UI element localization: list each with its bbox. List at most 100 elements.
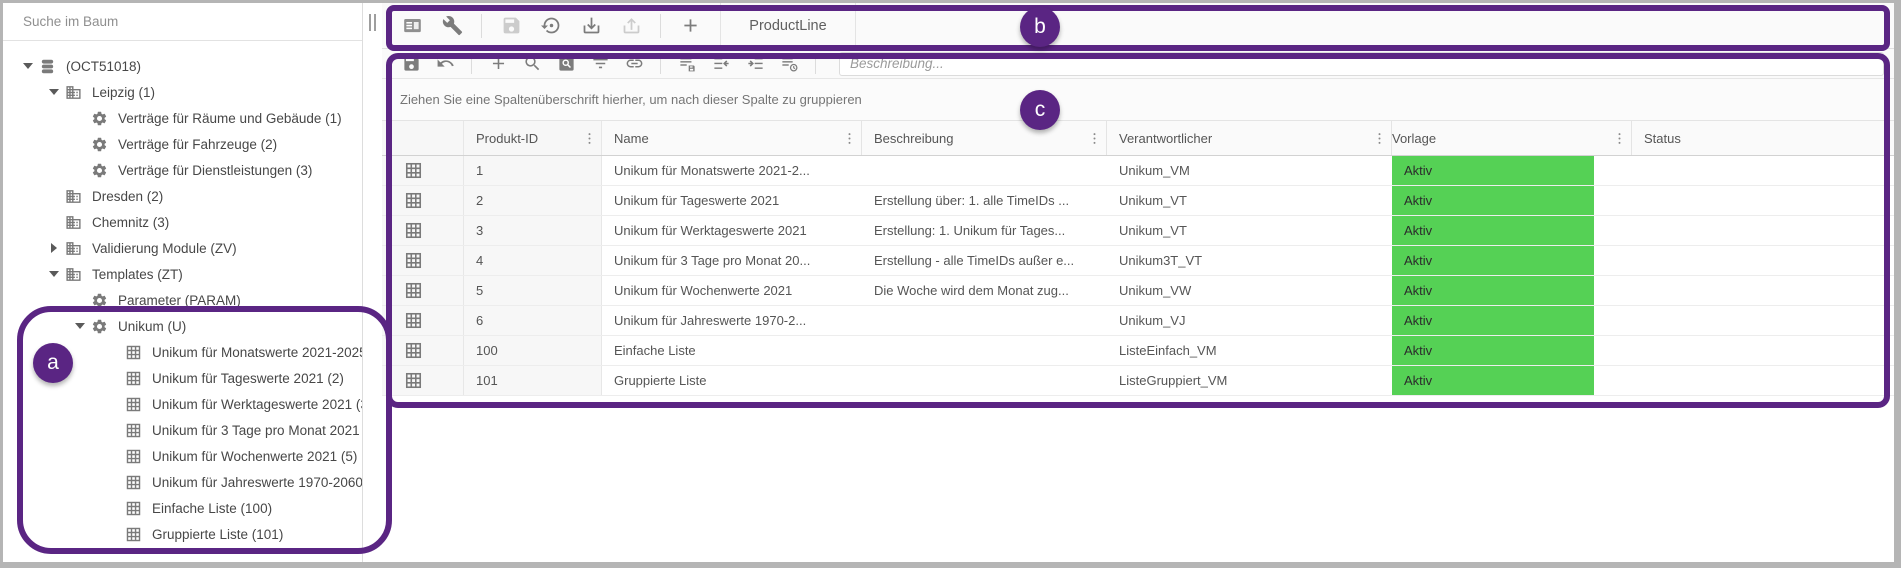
wrench-button[interactable]: [436, 10, 468, 42]
tree-item-templates-zt[interactable]: Templates (ZT): [3, 261, 362, 287]
tree-item-unikum-f-r-wochenwerte-2021-5[interactable]: Unikum für Wochenwerte 2021 (5): [3, 443, 362, 469]
download-button[interactable]: [575, 10, 607, 42]
upload-icon: [621, 15, 642, 36]
tree-item-chemnitz-3[interactable]: Chemnitz (3): [3, 209, 362, 235]
download-icon: [581, 15, 602, 36]
panel-view-button[interactable]: [396, 10, 428, 42]
reset-layout-button[interactable]: [775, 51, 803, 77]
table-row-100[interactable]: 100Einfache ListeListeEinfach_VMAktiv: [382, 336, 1894, 366]
tree-item-label: Unikum für Tageswerte 2021 (2): [149, 371, 344, 386]
column-header-produkt-id[interactable]: Produkt-ID: [464, 121, 602, 155]
add-tab-button[interactable]: [674, 10, 706, 42]
cell-verantwortlicher: ListeEinfach_VM: [1107, 336, 1392, 365]
filter-icon: [591, 54, 610, 73]
chevron-right-icon[interactable]: [43, 243, 65, 253]
restore-button[interactable]: [535, 10, 567, 42]
outdent-icon: [712, 54, 731, 73]
cell-vorlage: Aktiv: [1392, 216, 1632, 245]
tree-item-einfache-liste-100[interactable]: Einfache Liste (100): [3, 495, 362, 521]
filter-button[interactable]: [586, 51, 614, 77]
column-menu-icon[interactable]: [1611, 127, 1627, 149]
column-menu-icon[interactable]: [1371, 127, 1387, 149]
tab-productline[interactable]: ProductLine: [720, 3, 856, 49]
table-row-4[interactable]: 4Unikum für 3 Tage pro Monat 20...Erstel…: [382, 246, 1894, 276]
tree-item-validierung-module-zv[interactable]: Validierung Module (ZV): [3, 235, 362, 261]
collapse-columns-button[interactable]: [707, 51, 735, 77]
tree-item-unikum-f-r-monatswerte-2021-2025-1[interactable]: Unikum für Monatswerte 2021-2025 (1): [3, 339, 362, 365]
tree-search-input[interactable]: [3, 14, 362, 29]
column-header-beschreibung[interactable]: Beschreibung: [862, 121, 1107, 155]
table-row-2[interactable]: 2Unikum für Tageswerte 2021Erstellung üb…: [382, 186, 1894, 216]
table-row-5[interactable]: 5Unikum für Wochenwerte 2021Die Woche wi…: [382, 276, 1894, 306]
indent-icon: [746, 54, 765, 73]
tree-item-unikum-u[interactable]: Unikum (U): [3, 313, 362, 339]
building-icon: [65, 188, 89, 205]
tree-item-vertr-ge-f-r-dienstleistungen-3[interactable]: Verträge für Dienstleistungen (3): [3, 157, 362, 183]
cell-beschreibung: [862, 306, 1107, 335]
tree-item-leipzig-1[interactable]: Leipzig (1): [3, 79, 362, 105]
table-row-3[interactable]: 3Unikum für Werktageswerte 2021Erstellun…: [382, 216, 1894, 246]
add-row-button[interactable]: [484, 51, 512, 77]
row-grid-icon: [382, 336, 464, 365]
tree-item-unikum-f-r-3-tage-pro-monat-2021-4[interactable]: Unikum für 3 Tage pro Monat 2021 (4): [3, 417, 362, 443]
building-icon: [65, 240, 89, 257]
undo-button[interactable]: [431, 51, 459, 77]
tree-item-label: (OCT51018): [63, 59, 141, 74]
row-grid-icon: [382, 366, 464, 395]
cell-name: Gruppierte Liste: [602, 366, 862, 395]
column-menu-icon[interactable]: [1086, 127, 1102, 149]
tree-item-vertr-ge-f-r-r-ume-und-geb-ude-1[interactable]: Verträge für Räume und Gebäude (1): [3, 105, 362, 131]
panel-resize-handle[interactable]: [369, 14, 376, 31]
tree-item-label: Unikum für Werktageswerte 2021 (3): [149, 397, 362, 412]
tree-item-vertr-ge-f-r-fahrzeuge-2[interactable]: Verträge für Fahrzeuge (2): [3, 131, 362, 157]
save-button[interactable]: [397, 51, 425, 77]
description-filter-input[interactable]: [839, 52, 1884, 76]
tree-item-unikum-f-r-jahreswerte-1970-2060-6[interactable]: Unikum für Jahreswerte 1970-2060 (6): [3, 469, 362, 495]
link-icon: [625, 54, 644, 73]
search-button[interactable]: [518, 51, 546, 77]
chevron-down-icon[interactable]: [43, 89, 65, 95]
upload-button[interactable]: [615, 10, 647, 42]
group-by-dropzone[interactable]: Ziehen Sie eine Spaltenüberschrift hierh…: [382, 79, 1894, 121]
column-menu-icon[interactable]: [581, 127, 597, 149]
tree-item-unikum-f-r-tageswerte-2021-2[interactable]: Unikum für Tageswerte 2021 (2): [3, 365, 362, 391]
toolbar-divider: [815, 54, 816, 74]
chevron-down-icon[interactable]: [43, 271, 65, 277]
cell-name: Unikum für Tageswerte 2021: [602, 186, 862, 215]
table-row-6[interactable]: 6Unikum für Jahreswerte 1970-2...Unikum_…: [382, 306, 1894, 336]
tree-item-dresden-2[interactable]: Dresden (2): [3, 183, 362, 209]
column-header-status[interactable]: Status: [1632, 121, 1894, 155]
tree-item-parameter-param[interactable]: Parameter (PARAM): [3, 287, 362, 313]
table-row-101[interactable]: 101Gruppierte ListeListeGruppiert_VMAkti…: [382, 366, 1894, 396]
grid-icon: [125, 370, 149, 387]
table-row-1[interactable]: 1Unikum für Monatswerte 2021-2...Unikum_…: [382, 156, 1894, 186]
column-header-verantwortlicher[interactable]: Verantwortlicher: [1107, 121, 1392, 155]
tree-item-oct51018[interactable]: (OCT51018): [3, 53, 362, 79]
link-button[interactable]: [620, 51, 648, 77]
tree-item-gruppierte-liste-101[interactable]: Gruppierte Liste (101): [3, 521, 362, 547]
cell-produkt-id: 4: [464, 246, 602, 275]
column-header-vorlage[interactable]: Vorlage: [1392, 121, 1632, 155]
grid-icon: [125, 396, 149, 413]
tree-item-unikum-f-r-werktageswerte-2021-3[interactable]: Unikum für Werktageswerte 2021 (3): [3, 391, 362, 417]
column-header-name[interactable]: Name: [602, 121, 862, 155]
column-header-label: Verantwortlicher: [1119, 131, 1371, 146]
toolbar-divider: [481, 14, 482, 38]
save-layout-button[interactable]: [673, 51, 701, 77]
save-button[interactable]: [495, 10, 527, 42]
column-header-row-icon: [382, 121, 464, 155]
status-badge-aktiv: Aktiv: [1392, 246, 1594, 275]
row-grid-icon: [382, 186, 464, 215]
cell-beschreibung: Die Woche wird dem Monat zug...: [862, 276, 1107, 305]
column-menu-icon[interactable]: [841, 127, 857, 149]
building-icon: [65, 214, 89, 231]
cell-verantwortlicher: Unikum_VT: [1107, 216, 1392, 245]
chevron-down-icon[interactable]: [17, 63, 39, 69]
expand-columns-button[interactable]: [741, 51, 769, 77]
status-badge-aktiv: Aktiv: [1392, 186, 1594, 215]
chevron-down-icon[interactable]: [69, 323, 91, 329]
grid-icon: [125, 500, 149, 517]
tree-item-label: Unikum für 3 Tage pro Monat 2021 (4): [149, 423, 362, 438]
cell-vorlage: Aktiv: [1392, 306, 1632, 335]
search-panel-button[interactable]: [552, 51, 580, 77]
